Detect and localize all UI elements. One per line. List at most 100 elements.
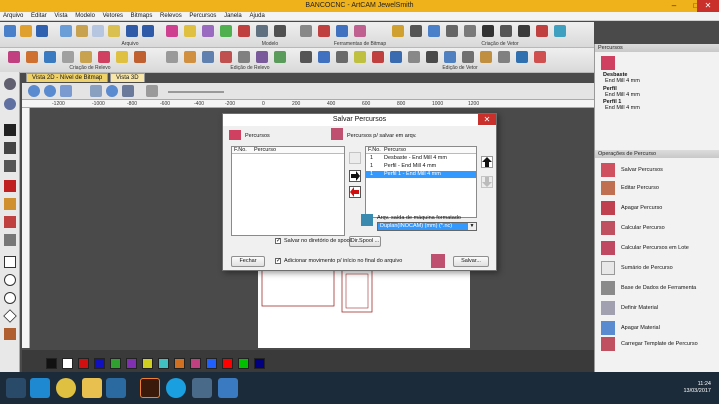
vector-polygon-icon[interactable] xyxy=(464,25,476,37)
relief-bevel-icon[interactable] xyxy=(98,51,110,63)
zoom-window-icon[interactable] xyxy=(106,85,118,97)
explorer-icon[interactable] xyxy=(82,378,102,398)
move-right-icon[interactable] xyxy=(349,170,361,182)
relief-edit-4-icon[interactable] xyxy=(220,51,232,63)
transform-icon[interactable] xyxy=(4,160,16,172)
app-icon[interactable] xyxy=(218,378,238,398)
op-base-dados[interactable]: Base de Dados de Ferramenta xyxy=(599,278,717,300)
vector-edit-4-icon[interactable] xyxy=(354,51,366,63)
relief-edit-5-icon[interactable] xyxy=(238,51,250,63)
color-swatch[interactable] xyxy=(110,358,121,369)
vector-edit-1-icon[interactable] xyxy=(300,51,312,63)
op-apagar-percurso[interactable]: Apagar Percurso xyxy=(599,198,717,220)
save-icon[interactable] xyxy=(36,25,48,37)
menu-arquivo[interactable]: Arquivo xyxy=(0,12,26,20)
model-sheet[interactable] xyxy=(258,266,470,348)
illustrator-icon[interactable] xyxy=(140,378,160,398)
relief-face-icon[interactable] xyxy=(134,51,146,63)
model-color-icon[interactable] xyxy=(202,25,214,37)
vector-edit-2-icon[interactable] xyxy=(318,51,330,63)
copy-icon[interactable] xyxy=(76,25,88,37)
model-layer-icon[interactable] xyxy=(220,25,232,37)
op-definir-material[interactable]: Definir Material xyxy=(599,298,717,320)
menu-vista[interactable]: Vista xyxy=(51,12,70,20)
polygon-icon[interactable] xyxy=(3,309,17,323)
model-grid-icon[interactable] xyxy=(256,25,268,37)
left-view-icon[interactable] xyxy=(4,78,16,90)
color-swatch[interactable] xyxy=(174,358,185,369)
node-edit-icon[interactable] xyxy=(4,142,16,154)
op-carregar-template[interactable]: Carregar Template de Percurso xyxy=(599,334,717,356)
redo-icon[interactable] xyxy=(142,25,154,37)
menu-percursos[interactable]: Percursos xyxy=(186,12,219,20)
dialog-close-button[interactable]: ✕ xyxy=(478,114,496,125)
zoom-in-icon[interactable] xyxy=(28,85,40,97)
vector-edit-14-icon[interactable] xyxy=(534,51,546,63)
open-icon[interactable] xyxy=(20,25,32,37)
relief-spin-icon[interactable] xyxy=(44,51,56,63)
pen-icon[interactable] xyxy=(4,180,16,192)
chrome-icon[interactable] xyxy=(56,378,76,398)
vector-circle-icon[interactable] xyxy=(428,25,440,37)
menu-modelo[interactable]: Modelo xyxy=(72,12,98,20)
vector-edit-9-icon[interactable] xyxy=(444,51,456,63)
vector-star-icon[interactable] xyxy=(446,25,458,37)
minimize-button[interactable]: – xyxy=(663,0,685,12)
vector-misc-icon[interactable] xyxy=(554,25,566,37)
relief-edit-7-icon[interactable] xyxy=(274,51,286,63)
model-relief-icon[interactable] xyxy=(238,25,250,37)
menu-bitmaps[interactable]: Bitmaps xyxy=(128,12,156,20)
fill-icon[interactable] xyxy=(4,216,16,228)
ie-icon[interactable] xyxy=(30,378,50,398)
tab-vista-2d[interactable]: Vista 2D - Nível de Bitmap xyxy=(26,73,109,82)
menu-editar[interactable]: Editar xyxy=(28,12,50,20)
vector-edit-10-icon[interactable] xyxy=(462,51,474,63)
print-icon[interactable] xyxy=(108,25,120,37)
relief-edit-6-icon[interactable] xyxy=(256,51,268,63)
bitmap-tool-1-icon[interactable] xyxy=(300,25,312,37)
save-list-row-selected[interactable]: 1 Perfil 1 - End Mill 4 mm xyxy=(366,171,476,178)
bitmap-tool-3-icon[interactable] xyxy=(336,25,348,37)
bitmap-tool-2-icon[interactable] xyxy=(318,25,330,37)
color-swatch[interactable] xyxy=(46,358,57,369)
skype-icon[interactable] xyxy=(166,378,186,398)
chevron-down-icon[interactable]: ▼ xyxy=(468,223,476,230)
vector-rect-icon[interactable] xyxy=(410,25,422,37)
vector-edit-7-icon[interactable] xyxy=(408,51,420,63)
menu-vetores[interactable]: Vetores xyxy=(100,12,126,20)
relief-edit-2-icon[interactable] xyxy=(184,51,196,63)
relief-extrude-icon[interactable] xyxy=(26,51,38,63)
cut-icon[interactable] xyxy=(60,25,72,37)
relief-shape-icon[interactable] xyxy=(8,51,20,63)
save-dialog-button[interactable]: Salvar... xyxy=(453,256,489,267)
vector-pen-icon[interactable] xyxy=(392,25,404,37)
vector-import-icon[interactable] xyxy=(536,25,548,37)
eraser-icon[interactable] xyxy=(4,234,16,246)
tab-vista-3d[interactable]: Vista 3D xyxy=(110,73,145,82)
vector-spiral-icon[interactable] xyxy=(482,25,494,37)
zoom-previous-icon[interactable] xyxy=(60,85,72,97)
vector-edit-8-icon[interactable] xyxy=(426,51,438,63)
move-down-icon[interactable] xyxy=(481,176,493,188)
rectangle-icon[interactable] xyxy=(4,256,16,268)
color-swatch[interactable] xyxy=(238,358,249,369)
spool-checkbox[interactable]: ✓ xyxy=(275,238,281,244)
zoom-select-icon[interactable] xyxy=(122,85,134,97)
color-swatch[interactable] xyxy=(206,358,217,369)
relief-weave-icon[interactable] xyxy=(116,51,128,63)
color-swatch[interactable] xyxy=(190,358,201,369)
vector-barcode-icon[interactable] xyxy=(518,25,530,37)
color-swatch[interactable] xyxy=(142,358,153,369)
menu-janela[interactable]: Janela xyxy=(221,12,245,20)
relief-sweep-icon[interactable] xyxy=(62,51,74,63)
artcam-icon[interactable] xyxy=(192,378,212,398)
close-button[interactable]: ✕ xyxy=(697,0,719,12)
vector-edit-13-icon[interactable] xyxy=(516,51,528,63)
available-toolpaths-list[interactable]: F.No. Percurso xyxy=(231,146,345,236)
move-up-icon[interactable] xyxy=(481,156,493,168)
vector-edit-11-icon[interactable] xyxy=(480,51,492,63)
save-list-row[interactable]: 1 Desbaste - End Mill 4 mm xyxy=(366,155,476,162)
op-calcular-percurso[interactable]: Calcular Percurso xyxy=(599,218,717,240)
vector-edit-3-icon[interactable] xyxy=(336,51,348,63)
text-icon[interactable] xyxy=(4,328,16,340)
